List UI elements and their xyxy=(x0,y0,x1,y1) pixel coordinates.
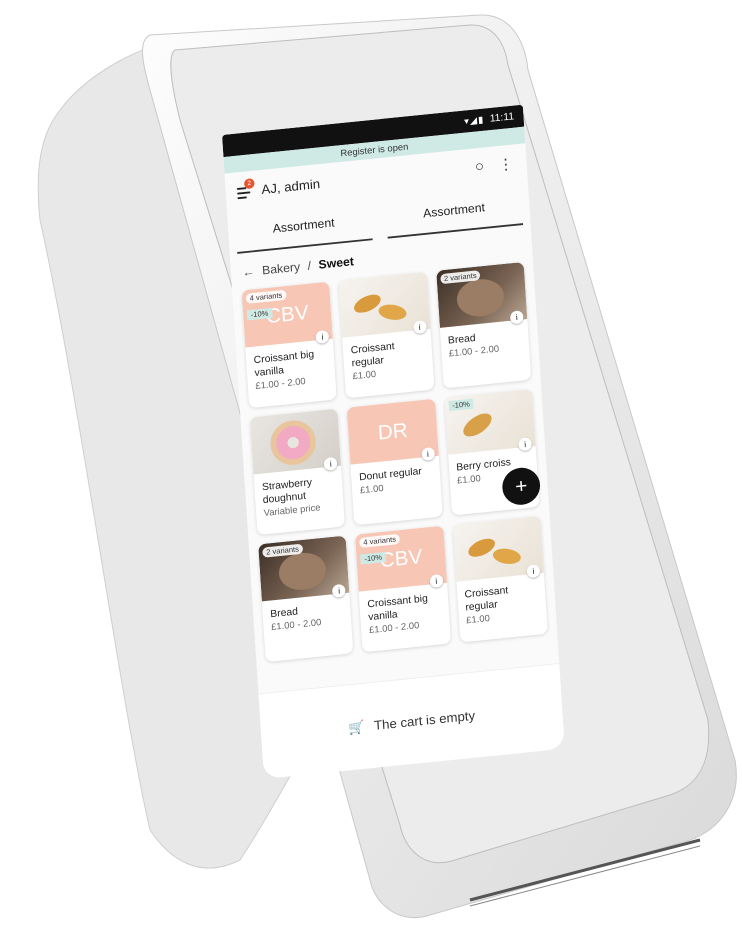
product-card[interactable]: CBV 4 variants -10% i Croissant big vani… xyxy=(241,281,338,409)
product-card[interactable]: i Croissant regular £1.00 xyxy=(338,271,435,399)
variants-chip: 4 variants xyxy=(359,533,401,548)
product-card[interactable]: i Croissant regular £1.00 xyxy=(452,515,548,643)
product-card[interactable]: i Strawberry doughnut Variable price xyxy=(249,408,346,536)
product-card[interactable]: 2 variants i Bread £1.00 - 2.00 xyxy=(258,535,354,663)
menu-icon[interactable]: 2 xyxy=(236,178,255,200)
more-options-icon[interactable]: ⋮ xyxy=(496,155,516,175)
notification-badge: 2 xyxy=(243,178,255,190)
breadcrumb-current: Sweet xyxy=(318,253,355,272)
cart-status: The cart is empty xyxy=(373,707,476,733)
wifi-signal-icon: ▾◢▮ xyxy=(463,114,485,127)
variants-chip: 4 variants xyxy=(245,289,287,304)
discount-badge: -10% xyxy=(448,398,474,412)
search-icon[interactable]: ○ xyxy=(470,158,490,176)
cart-icon: 🛒 xyxy=(347,718,366,735)
product-card[interactable]: DR i Donut regular £1.00 xyxy=(347,398,443,526)
breadcrumb-separator: / xyxy=(307,258,312,273)
product-card[interactable]: 2 variants i Bread £1.00 - 2.00 xyxy=(435,261,532,389)
product-grid: CBV 4 variants -10% i Croissant big vani… xyxy=(232,261,557,663)
back-arrow-icon[interactable]: ← xyxy=(242,264,255,279)
pos-screen: ▾◢▮ 11:11 Register is open 2 AJ, admin ○… xyxy=(222,104,565,780)
status-time: 11:11 xyxy=(489,111,515,125)
product-card[interactable]: CBV 4 variants -10% i Croissant big vani… xyxy=(355,525,451,653)
breadcrumb-parent[interactable]: Bakery xyxy=(262,259,301,277)
